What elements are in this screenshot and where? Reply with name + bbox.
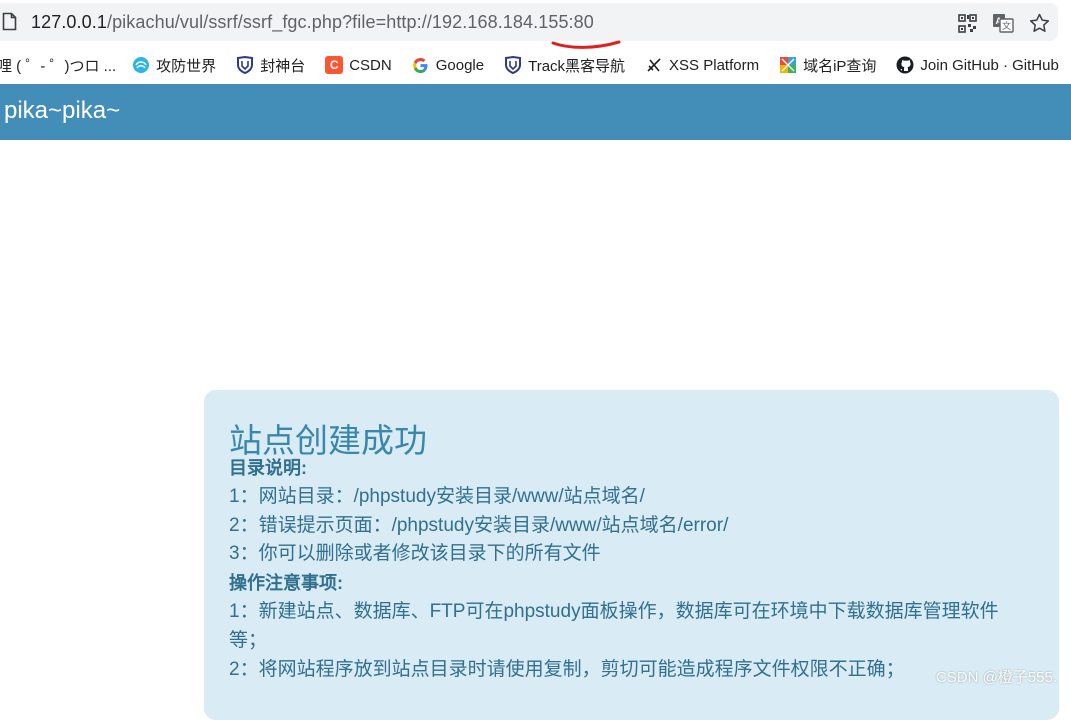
bookmark-item[interactable]: C CSDN — [325, 56, 392, 74]
bookmark-label: CSDN — [349, 56, 392, 74]
bookmark-label: 哩 ( ゜- ゜)つロ ... — [0, 57, 117, 75]
bookmark-label: Join GitHub · GitHub — [920, 56, 1059, 74]
url-host: 127.0.0.1 — [31, 12, 107, 32]
qr-code-icon[interactable] — [956, 12, 978, 34]
star-icon[interactable] — [1028, 12, 1050, 34]
csdn-icon: C — [325, 56, 344, 74]
directory-line: 1：网站目录：/phpstudy安装目录/www/站点域名/ — [229, 485, 645, 507]
bookmark-item[interactable]: Join GitHub · GitHub — [896, 56, 1059, 74]
browser-toolbar: 127.0.0.1/pikachu/vul/ssrf/ssrf_fgc.php?… — [0, 0, 1071, 49]
success-panel: 站点创建成功 目录说明: 1：网站目录：/phpstudy安装目录/www/站点… — [204, 390, 1059, 720]
translate-icon[interactable]: A 文 — [992, 12, 1014, 34]
globe-swirl-icon — [132, 56, 150, 74]
notes-line: 2：将网站程序放到站点目录时请使用复制，剪切可能造成程序文件权限不正确； — [229, 658, 905, 680]
sword-icon — [645, 56, 663, 74]
url-path: /pikachu/vul/ssrf/ssrf_fgc.php?file=http… — [106, 12, 594, 32]
bookmark-item[interactable]: XSS Platform — [645, 56, 759, 74]
google-icon — [412, 56, 430, 74]
bookmark-item[interactable]: 攻防世界 — [132, 55, 216, 76]
bookmark-item[interactable]: 域名iP查询 — [779, 55, 876, 76]
bookmark-label: Google — [435, 56, 485, 74]
svg-text:文: 文 — [1002, 20, 1011, 32]
bookmark-label: Track黑客导航 — [528, 57, 626, 75]
bookmark-item[interactable]: Google — [412, 56, 484, 74]
url-text[interactable]: 127.0.0.1/pikachu/vul/ssrf/ssrf_fgc.php?… — [31, 12, 594, 33]
directory-heading: 目录说明: — [229, 458, 307, 478]
directory-line: 3：你可以删除或者修改该目录下的所有文件 — [229, 543, 601, 565]
page-icon — [2, 12, 17, 31]
bookmark-item[interactable]: 哩 ( ゜- ゜)つロ ... — [0, 55, 116, 76]
bookmark-label: XSS Platform — [669, 56, 760, 74]
bookmark-label: 攻防世界 — [156, 57, 217, 75]
address-bar[interactable]: 127.0.0.1/pikachu/vul/ssrf/ssrf_fgc.php?… — [0, 3, 1058, 41]
site-title[interactable]: pika~pika~ — [4, 97, 120, 125]
notes-line: 1：新建站点、数据库、FTP可在phpstudy面板操作，数据库可在环境中下载数… — [229, 600, 999, 651]
bookmark-item[interactable]: 封神台 — [236, 55, 305, 76]
bookmark-label: 封神台 — [260, 57, 306, 75]
bookmarks-bar: 哩 ( ゜- ゜)つロ ... 攻防世界 封神台 C CSDN Google T… — [0, 48, 1071, 82]
github-icon — [896, 56, 914, 74]
shield-icon — [236, 56, 254, 74]
notes-heading: 操作注意事项: — [229, 573, 343, 594]
bookmark-label: 域名iP查询 — [803, 57, 877, 75]
panel-body: 目录说明: 1：网站目录：/phpstudy安装目录/www/站点域名/ 2：错… — [229, 454, 1029, 684]
puzzle-icon — [779, 56, 797, 74]
directory-line: 2：错误提示页面：/phpstudy安装目录/www/站点域名/error/ — [229, 514, 729, 536]
site-header: pika~pika~ — [0, 84, 1071, 140]
shield-icon — [504, 56, 522, 74]
watermark: CSDN @橙子555. — [935, 669, 1057, 686]
bookmark-item[interactable]: Track黑客导航 — [504, 55, 625, 76]
